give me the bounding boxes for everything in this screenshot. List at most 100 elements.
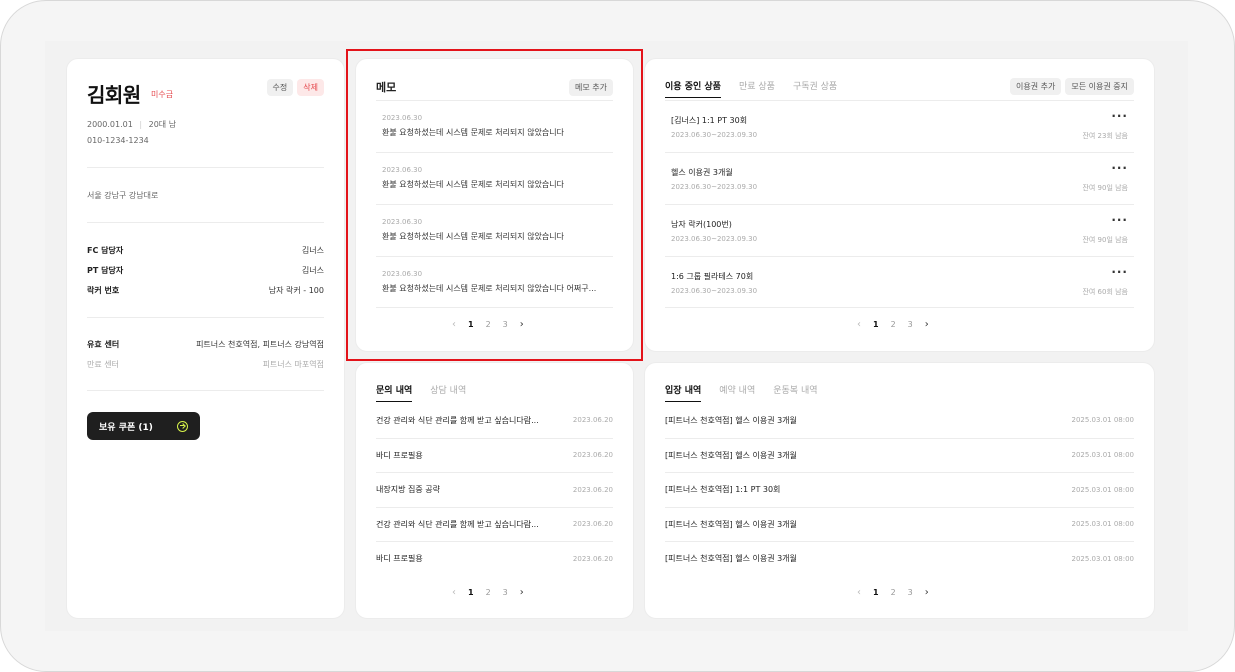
coupon-button[interactable]: 보유 쿠폰 (1) <box>87 412 200 440</box>
more-options-icon[interactable]: ··· <box>1111 265 1128 279</box>
prev-page-button[interactable]: ‹ <box>452 587 456 598</box>
entry-datetime: 2025.03.01 08:00 <box>1071 520 1134 529</box>
prev-page-button[interactable]: ‹ <box>857 319 861 330</box>
inquiry-item[interactable]: 건강 관리와 식단 관리를 함께 받고 싶습니다람... 2023.06.20 <box>376 506 613 542</box>
inquiry-item[interactable]: 내장지방 집중 공략 2023.06.20 <box>376 472 613 507</box>
entry-datetime: 2025.03.01 08:00 <box>1071 416 1134 425</box>
arrears-badge: 미수금 <box>151 90 174 99</box>
more-options-icon[interactable]: ··· <box>1111 109 1128 123</box>
product-item[interactable]: [김너스] 1:1 PT 30회 2023.06.30~2023.09.30 ·… <box>665 100 1134 152</box>
stop-all-passes-button[interactable]: 모든 이용권 중지 <box>1065 78 1134 95</box>
page-button[interactable]: 3 <box>503 588 508 597</box>
arrow-circle-right-icon <box>177 420 188 432</box>
product-name: 남자 락커(100번) <box>671 220 732 229</box>
info-row-expired-center: 만료 센터 피트너스 마포역점 <box>87 359 324 370</box>
entry-title: [피트너스 천호역점] 헬스 이용권 3개월 <box>665 450 797 460</box>
info-value: 김너스 <box>301 266 324 275</box>
product-period: 2023.06.30~2023.09.30 <box>671 131 758 139</box>
inquiry-tabs: 문의 내역 상담 내역 <box>376 383 466 402</box>
product-period: 2023.06.30~2023.09.30 <box>671 183 758 191</box>
info-row-locker: 락커 번호 남자 락커 - 100 <box>87 285 324 296</box>
tab-expired-products[interactable]: 만료 상품 <box>739 79 775 98</box>
page-button[interactable]: 3 <box>908 588 913 597</box>
more-options-icon[interactable]: ··· <box>1111 161 1128 175</box>
info-row-valid-center: 유효 센터 피트너스 천호역점, 피트너스 강남역점 <box>87 339 324 350</box>
inquiries-card: 문의 내역 상담 내역 건강 관리와 식단 관리를 함께 받고 싶습니다람...… <box>355 362 634 619</box>
page-button[interactable]: 2 <box>486 588 491 597</box>
inquiries-pagination: ‹ 1 2 3 › <box>452 587 524 598</box>
tab-active-products[interactable]: 이용 중인 상품 <box>665 79 721 98</box>
entry-title: [피트너스 천호역점] 1:1 PT 30회 <box>665 485 781 495</box>
inquiry-list: 건강 관리와 식단 관리를 함께 받고 싶습니다람... 2023.06.20 … <box>376 403 613 576</box>
info-value: 피트너스 천호역점, 피트너스 강남역점 <box>196 340 324 349</box>
products-card: 이용 중인 상품 만료 상품 구독권 상품 이용권 추가 모든 이용권 중지 [… <box>644 58 1155 352</box>
page-button[interactable]: 1 <box>873 588 879 597</box>
prev-page-button[interactable]: ‹ <box>857 587 861 598</box>
divider <box>87 390 324 391</box>
page-button[interactable]: 3 <box>908 320 913 329</box>
next-page-button[interactable]: › <box>925 319 929 330</box>
tab-reservations[interactable]: 예약 내역 <box>719 383 755 402</box>
product-period: 2023.06.30~2023.09.30 <box>671 235 758 243</box>
inquiry-item[interactable]: 건강 관리와 식단 관리를 함께 받고 싶습니다람... 2023.06.20 <box>376 403 613 438</box>
entry-item[interactable]: [피트너스 천호역점] 헬스 이용권 3개월 2025.03.01 08:00 <box>665 437 1134 473</box>
profile-card: 김회원 미수금 수정 삭제 2000.01.01 | 20대 남 010-123… <box>66 58 345 619</box>
add-pass-button[interactable]: 이용권 추가 <box>1010 78 1062 95</box>
phone-number: 010-1234-1234 <box>87 136 149 145</box>
tab-subscription-products[interactable]: 구독권 상품 <box>793 79 837 98</box>
info-value: 남자 락커 - 100 <box>268 286 324 295</box>
product-name: [김너스] 1:1 PT 30회 <box>671 116 748 125</box>
tab-sportswear[interactable]: 운동복 내역 <box>773 383 817 402</box>
entry-title: [피트너스 천호역점] 헬스 이용권 3개월 <box>665 415 797 425</box>
entry-item[interactable]: [피트너스 천호역점] 헬스 이용권 3개월 2025.03.01 08:00 <box>665 541 1134 576</box>
info-key: 락커 번호 <box>87 286 120 295</box>
page-button[interactable]: 2 <box>891 588 896 597</box>
page-button[interactable]: 1 <box>468 588 474 597</box>
entry-datetime: 2025.03.01 08:00 <box>1071 485 1134 494</box>
inquiry-date: 2023.06.20 <box>572 416 613 425</box>
inquiry-title: 건강 관리와 식단 관리를 함께 받고 싶습니다람... <box>376 519 539 529</box>
product-tabs: 이용 중인 상품 만료 상품 구독권 상품 <box>665 79 837 98</box>
product-name: 1:6 그룹 필라테스 70회 <box>671 272 754 281</box>
entries-pagination: ‹ 1 2 3 › <box>857 587 929 598</box>
entry-datetime: 2025.03.01 08:00 <box>1071 451 1134 460</box>
entry-item[interactable]: [피트너스 천호역점] 1:1 PT 30회 2025.03.01 08:00 <box>665 472 1134 507</box>
memo-highlight-box <box>346 49 643 361</box>
tab-entries[interactable]: 입장 내역 <box>665 383 702 402</box>
entry-item[interactable]: [피트너스 천호역점] 헬스 이용권 3개월 2025.03.01 08:00 <box>665 403 1134 438</box>
info-value: 피트너스 마포역점 <box>262 360 324 369</box>
tab-consultations[interactable]: 상담 내역 <box>430 383 466 402</box>
product-remaining: 잔여 90일 남음 <box>1082 236 1128 244</box>
birth-age-line: 2000.01.01 | 20대 남 <box>87 119 176 130</box>
entry-item[interactable]: [피트너스 천호역점] 헬스 이용권 3개월 2025.03.01 08:00 <box>665 506 1134 542</box>
address: 서울 강남구 강남대로 <box>87 191 159 200</box>
entry-title: [피트너스 천호역점] 헬스 이용권 3개월 <box>665 519 797 529</box>
divider <box>87 167 324 168</box>
info-value: 김너스 <box>301 246 324 255</box>
info-row-fc: FC 담당자 김너스 <box>87 245 324 256</box>
page-button[interactable]: 2 <box>891 320 896 329</box>
next-page-button[interactable]: › <box>925 587 929 598</box>
inquiry-title: 건강 관리와 식단 관리를 함께 받고 싶습니다람... <box>376 415 539 425</box>
info-row-pt: PT 담당자 김너스 <box>87 265 324 276</box>
page-button[interactable]: 1 <box>873 320 879 329</box>
profile-actions: 수정 삭제 <box>266 79 324 96</box>
product-item[interactable]: 헬스 이용권 3개월 2023.06.30~2023.09.30 ··· 잔여 … <box>665 152 1134 204</box>
tab-inquiries[interactable]: 문의 내역 <box>376 383 413 402</box>
inquiry-item[interactable]: 바디 프로필용 2023.06.20 <box>376 437 613 473</box>
delete-button[interactable]: 삭제 <box>297 79 324 96</box>
entries-card: 입장 내역 예약 내역 운동복 내역 [피트너스 천호역점] 헬스 이용권 3개… <box>644 362 1155 619</box>
inquiry-item[interactable]: 바디 프로필용 2023.06.20 <box>376 541 613 576</box>
product-item[interactable]: 남자 락커(100번) 2023.06.30~2023.09.30 ··· 잔여… <box>665 204 1134 256</box>
divider <box>87 317 324 318</box>
next-page-button[interactable]: › <box>520 587 524 598</box>
product-period: 2023.06.30~2023.09.30 <box>671 287 758 295</box>
member-name: 김회원 <box>87 83 141 107</box>
products-pagination: ‹ 1 2 3 › <box>857 319 929 330</box>
edit-button[interactable]: 수정 <box>266 79 294 96</box>
info-key: 만료 센터 <box>87 360 119 369</box>
more-options-icon[interactable]: ··· <box>1111 213 1128 227</box>
inquiry-date: 2023.06.20 <box>572 485 613 494</box>
inquiry-title: 바디 프로필용 <box>376 554 423 564</box>
product-item[interactable]: 1:6 그룹 필라테스 70회 2023.06.30~2023.09.30 ··… <box>665 256 1134 308</box>
